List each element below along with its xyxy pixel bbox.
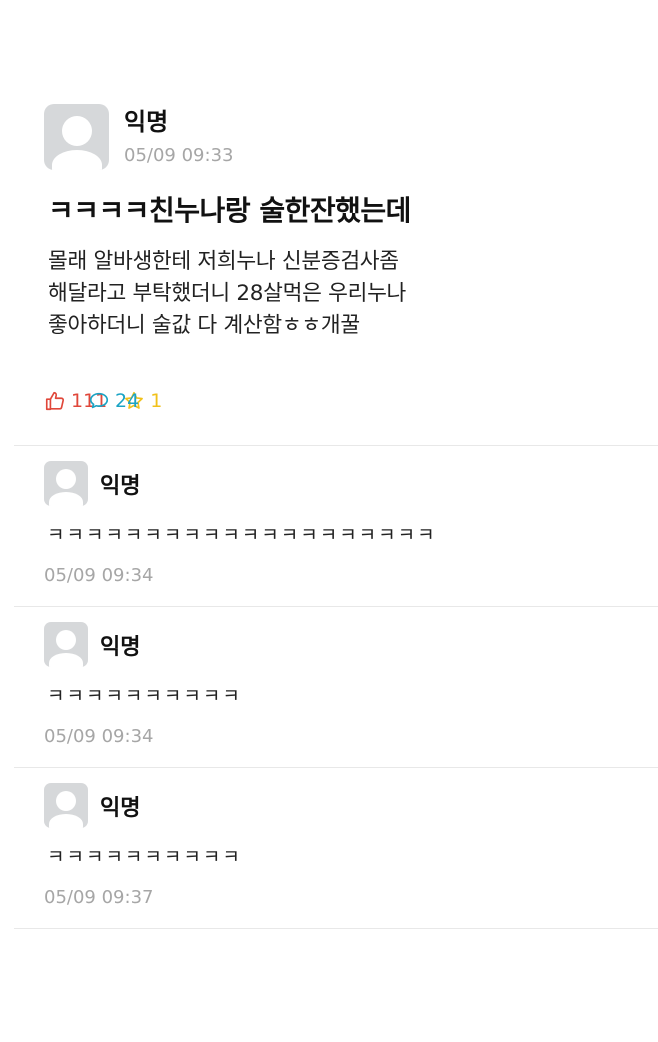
avatar[interactable] — [44, 783, 88, 828]
divider — [14, 767, 658, 768]
avatar[interactable] — [44, 461, 88, 506]
post-author: 익명 — [124, 108, 169, 136]
comment-header: 익명 — [44, 622, 644, 667]
divider — [14, 928, 658, 929]
comment-count[interactable]: 24 — [88, 390, 658, 412]
avatar-head — [61, 116, 92, 146]
post-header: 익명 05/09 09:33 — [44, 104, 644, 170]
avatar-head — [56, 469, 76, 489]
post-body-line: 좋아하더니 술값 다 계산함ㅎㅎ개꿀 — [48, 313, 360, 338]
avatar[interactable] — [44, 622, 88, 667]
post-body: 몰래 알바생한테 저희누나 신분증검사좀 해달라고 부탁했더니 28살먹은 우리… — [48, 246, 518, 342]
comment-text: ㅋㅋㅋㅋㅋㅋㅋㅋㅋㅋ — [47, 685, 242, 707]
comment-header: 익명 — [44, 783, 644, 828]
post-body-line: 해달라고 부탁했더니 28살먹은 우리누나 — [48, 281, 407, 306]
avatar-body — [49, 814, 83, 828]
comment-item: 익명 ㅋㅋㅋㅋㅋㅋㅋㅋㅋㅋㅋㅋㅋㅋㅋㅋㅋㅋㅋㅋ 05/09 09:34 — [44, 461, 644, 587]
avatar-body — [49, 492, 83, 506]
post-stats: 111 24 1 — [44, 390, 178, 412]
comment-author: 익명 — [100, 634, 141, 660]
divider — [14, 606, 658, 607]
divider — [14, 445, 658, 446]
comment-text: ㅋㅋㅋㅋㅋㅋㅋㅋㅋㅋㅋㅋㅋㅋㅋㅋㅋㅋㅋㅋ — [47, 524, 437, 546]
comment-author: 익명 — [100, 473, 141, 499]
avatar-head — [56, 791, 76, 811]
speech-bubble-icon — [89, 392, 109, 409]
avatar[interactable] — [44, 104, 109, 170]
comment-count-value: 24 — [115, 390, 140, 412]
comment-time: 05/09 09:34 — [44, 726, 154, 747]
comment-time: 05/09 09:34 — [44, 565, 154, 586]
avatar-head — [56, 630, 76, 650]
avatar-body — [49, 653, 83, 667]
comment-time: 05/09 09:37 — [44, 887, 154, 908]
thumbs-up-icon — [45, 391, 65, 411]
comment-author: 익명 — [100, 795, 141, 821]
post-meta: 익명 05/09 09:33 — [124, 104, 233, 167]
post-title: ㅋㅋㅋㅋ친누나랑 술한잔했는데 — [48, 194, 411, 227]
post-body-line: 몰래 알바생한테 저희누나 신분증검사좀 — [48, 249, 399, 274]
avatar-body — [51, 150, 102, 170]
post-time: 05/09 09:33 — [124, 145, 234, 166]
comment-item: 익명 ㅋㅋㅋㅋㅋㅋㅋㅋㅋㅋ 05/09 09:37 — [44, 783, 644, 909]
comment-header: 익명 — [44, 461, 644, 506]
comment-item: 익명 ㅋㅋㅋㅋㅋㅋㅋㅋㅋㅋ 05/09 09:34 — [44, 622, 644, 748]
post: 익명 05/09 09:33 ㅋㅋㅋㅋ친누나랑 술한잔했는데 몰래 알바생한테 … — [44, 104, 644, 342]
comment-text: ㅋㅋㅋㅋㅋㅋㅋㅋㅋㅋ — [47, 846, 242, 868]
